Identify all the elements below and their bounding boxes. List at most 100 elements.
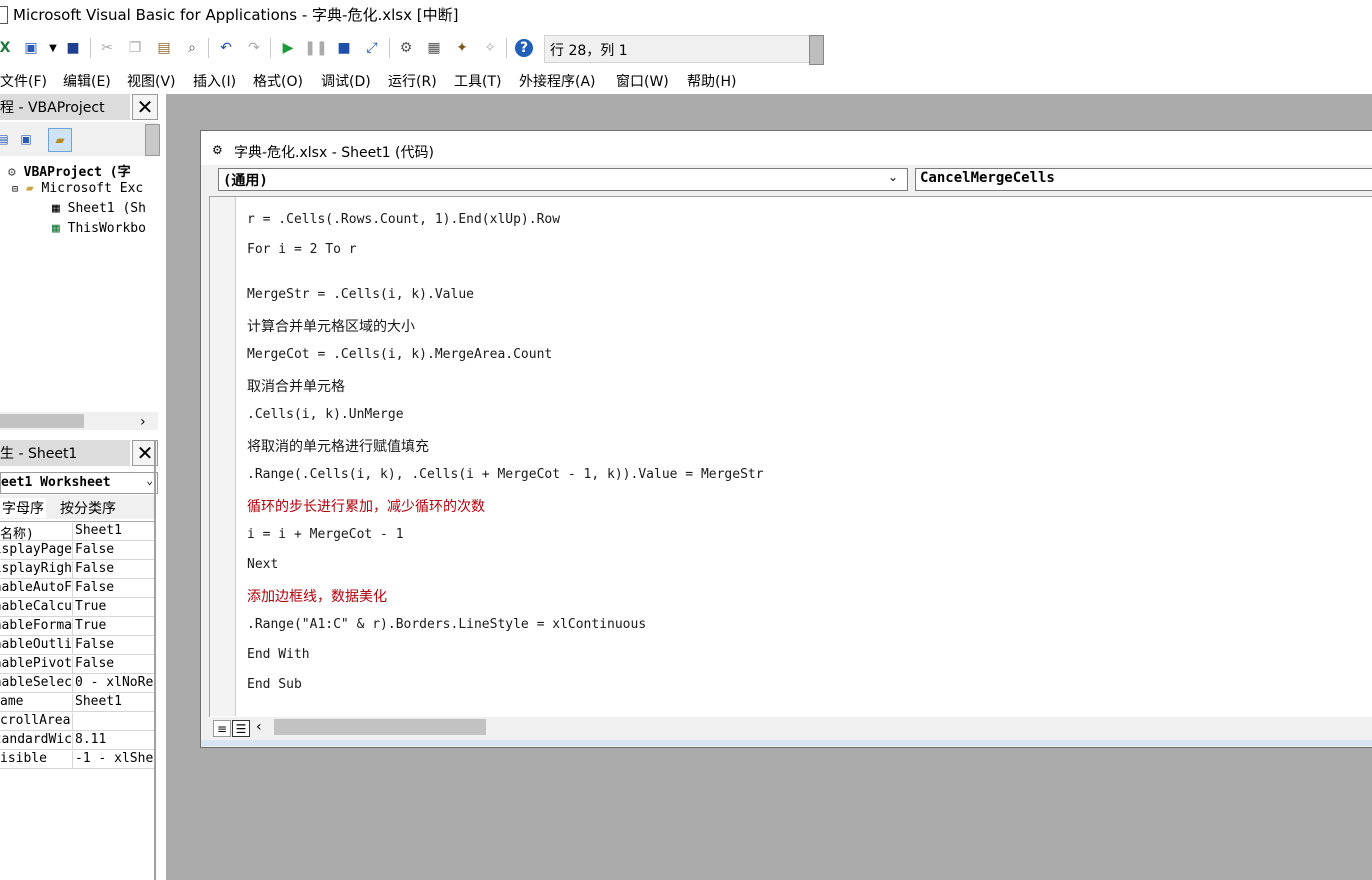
tree-item-excel-objects[interactable]: ⊟ ▰ Microsoft Exc: [12, 181, 143, 196]
code-line[interactable]: End Sub: [247, 677, 302, 692]
property-row[interactable]: isplayPage False: [0, 541, 154, 560]
code-line[interactable]: .Range(.Cells(i, k), .Cells(i + MergeCot…: [247, 467, 764, 482]
property-value[interactable]: True: [75, 599, 153, 614]
menu-edit[interactable]: 编辑(E): [63, 71, 111, 91]
full-module-view-icon[interactable]: ☰: [232, 720, 250, 737]
code-line[interactable]: .Range("A1:C" & r).Borders.LineStyle = x…: [247, 617, 646, 632]
reset-icon[interactable]: ■: [335, 39, 353, 57]
property-row[interactable]: nableOutli False: [0, 636, 154, 655]
tree-item-thisworkbook[interactable]: ▦ ThisWorkbo: [52, 221, 146, 236]
menu-insert[interactable]: 插入(I): [193, 71, 236, 91]
scroll-left-icon[interactable]: ‹: [256, 719, 262, 735]
menu-addins[interactable]: 外接程序(A): [519, 71, 596, 91]
property-row[interactable]: crollArea: [0, 712, 154, 731]
code-line[interactable]: Next: [247, 557, 278, 572]
menu-view[interactable]: 视图(V): [127, 71, 176, 91]
toggle-folders-icon[interactable]: ▰: [48, 128, 72, 152]
property-row[interactable]: nableSelec 0 - xlNoRe: [0, 674, 154, 693]
menu-window[interactable]: 窗口(W): [616, 71, 669, 91]
property-value[interactable]: True: [75, 618, 153, 633]
code-line[interactable]: MergeCot = .Cells(i, k).MergeArea.Count: [247, 347, 552, 362]
property-row[interactable]: tandardWic 8.11: [0, 731, 154, 750]
code-line[interactable]: End With: [247, 647, 310, 662]
property-row[interactable]: 名称) Sheet1: [0, 522, 154, 541]
toolbar-separator: [270, 38, 271, 58]
property-value[interactable]: False: [75, 580, 153, 595]
code-comment-line[interactable]: 添加边框线，数据美化: [247, 586, 387, 606]
menu-file[interactable]: 文件(F): [0, 71, 47, 91]
property-value[interactable]: False: [75, 637, 153, 652]
menu-tools[interactable]: 工具(T): [454, 71, 501, 91]
code-line[interactable]: .Cells(i, k).UnMerge: [247, 407, 404, 422]
design-mode-icon[interactable]: ⤢: [363, 39, 381, 57]
code-editor[interactable]: [209, 196, 1372, 717]
cut-icon[interactable]: ✂: [98, 39, 116, 57]
scroll-right-icon[interactable]: ›: [140, 414, 154, 430]
property-name: isplayRigh: [0, 561, 72, 576]
project-pane-scroll-handle[interactable]: [145, 124, 160, 156]
property-value[interactable]: -1 - xlShe: [75, 751, 153, 766]
property-row[interactable]: nablePivot False: [0, 655, 154, 674]
project-pane-close-icon[interactable]: ✕: [132, 94, 158, 120]
view-object-icon[interactable]: ▣: [15, 128, 37, 150]
procedure-view-icon[interactable]: ≡: [213, 720, 231, 737]
property-value[interactable]: False: [75, 561, 153, 576]
property-row[interactable]: nableForma True: [0, 617, 154, 636]
code-line[interactable]: For i = 2 To r: [247, 242, 357, 257]
save-icon[interactable]: ■: [64, 39, 82, 57]
break-icon[interactable]: ❚❚: [304, 39, 327, 57]
property-value[interactable]: 8.11: [75, 732, 153, 747]
property-row[interactable]: isplayRigh False: [0, 560, 154, 579]
dropdown-icon[interactable]: ▼: [44, 39, 62, 57]
vbaproject-icon: ⚙: [8, 165, 16, 180]
excel-icon[interactable]: X: [0, 39, 14, 57]
redo-icon[interactable]: ↷: [245, 39, 263, 57]
run-icon[interactable]: ▶: [279, 39, 297, 57]
object-browser-icon[interactable]: ✦: [453, 39, 471, 57]
tab-categorized[interactable]: 按分类序: [60, 498, 116, 518]
tree-item-vbaproject[interactable]: ⚙ VBAProject (字: [8, 161, 131, 180]
property-value[interactable]: Sheet1: [75, 694, 153, 709]
insert-userform-icon[interactable]: ▣: [22, 39, 40, 57]
help-icon[interactable]: ?: [515, 39, 533, 57]
property-row[interactable]: nableCalcu True: [0, 598, 154, 617]
property-row[interactable]: isible -1 - xlShe: [0, 750, 154, 769]
chevron-down-icon[interactable]: ⌄: [888, 170, 898, 184]
menu-debug[interactable]: 调试(D): [321, 71, 371, 91]
object-combo[interactable]: (通用): [218, 168, 908, 191]
code-hscroll-thumb[interactable]: [274, 719, 486, 735]
project-hscroll-thumb[interactable]: [0, 414, 84, 428]
view-code-icon[interactable]: ▤: [0, 128, 14, 150]
undo-icon[interactable]: ↶: [217, 39, 235, 57]
object-select[interactable]: eet1 Worksheet ⌄: [0, 472, 158, 494]
code-line[interactable]: MergeStr = .Cells(i, k).Value: [247, 287, 474, 302]
tree-item-label: Sheet1 (Sh: [67, 201, 146, 216]
property-value[interactable]: False: [75, 542, 153, 557]
code-comment-line[interactable]: 循环的步长进行累加，减少循环的次数: [247, 496, 485, 516]
tab-alphabetic[interactable]: 字母序: [0, 498, 46, 518]
property-value[interactable]: Sheet1: [75, 523, 153, 538]
copy-icon[interactable]: ❐: [126, 39, 144, 57]
code-line[interactable]: 取消合并单元格: [247, 376, 345, 396]
property-value[interactable]: False: [75, 656, 153, 671]
tree-item-sheet1[interactable]: ▦ Sheet1 (Sh: [52, 201, 146, 216]
menu-help[interactable]: 帮助(H): [687, 71, 736, 91]
code-line[interactable]: i = i + MergeCot - 1: [247, 527, 404, 542]
code-margin-indicator-bar[interactable]: [210, 197, 236, 716]
code-line[interactable]: r = .Cells(.Rows.Count, 1).End(xlUp).Row: [247, 212, 560, 227]
code-line[interactable]: 将取消的单元格进行赋值填充: [247, 436, 429, 456]
toolbox-icon[interactable]: ✧: [481, 39, 499, 57]
tree-item-label: VBAProject (字: [23, 165, 131, 180]
toolbar-scroll-handle[interactable]: [809, 35, 824, 65]
property-value[interactable]: 0 - xlNoRe: [75, 675, 153, 690]
code-line[interactable]: 计算合并单元格区域的大小: [247, 316, 415, 336]
menu-run[interactable]: 运行(R): [388, 71, 437, 91]
property-row[interactable]: nableAutoF False: [0, 579, 154, 598]
menu-format[interactable]: 格式(O): [253, 71, 303, 91]
paste-icon[interactable]: ▤: [155, 39, 173, 57]
property-row[interactable]: ame Sheet1: [0, 693, 154, 712]
properties-icon[interactable]: ▦: [425, 39, 443, 57]
procedure-combo[interactable]: CancelMergeCells: [915, 168, 1372, 191]
project-explorer-icon[interactable]: ⚙: [397, 39, 415, 57]
find-icon[interactable]: ⌕: [183, 39, 201, 57]
